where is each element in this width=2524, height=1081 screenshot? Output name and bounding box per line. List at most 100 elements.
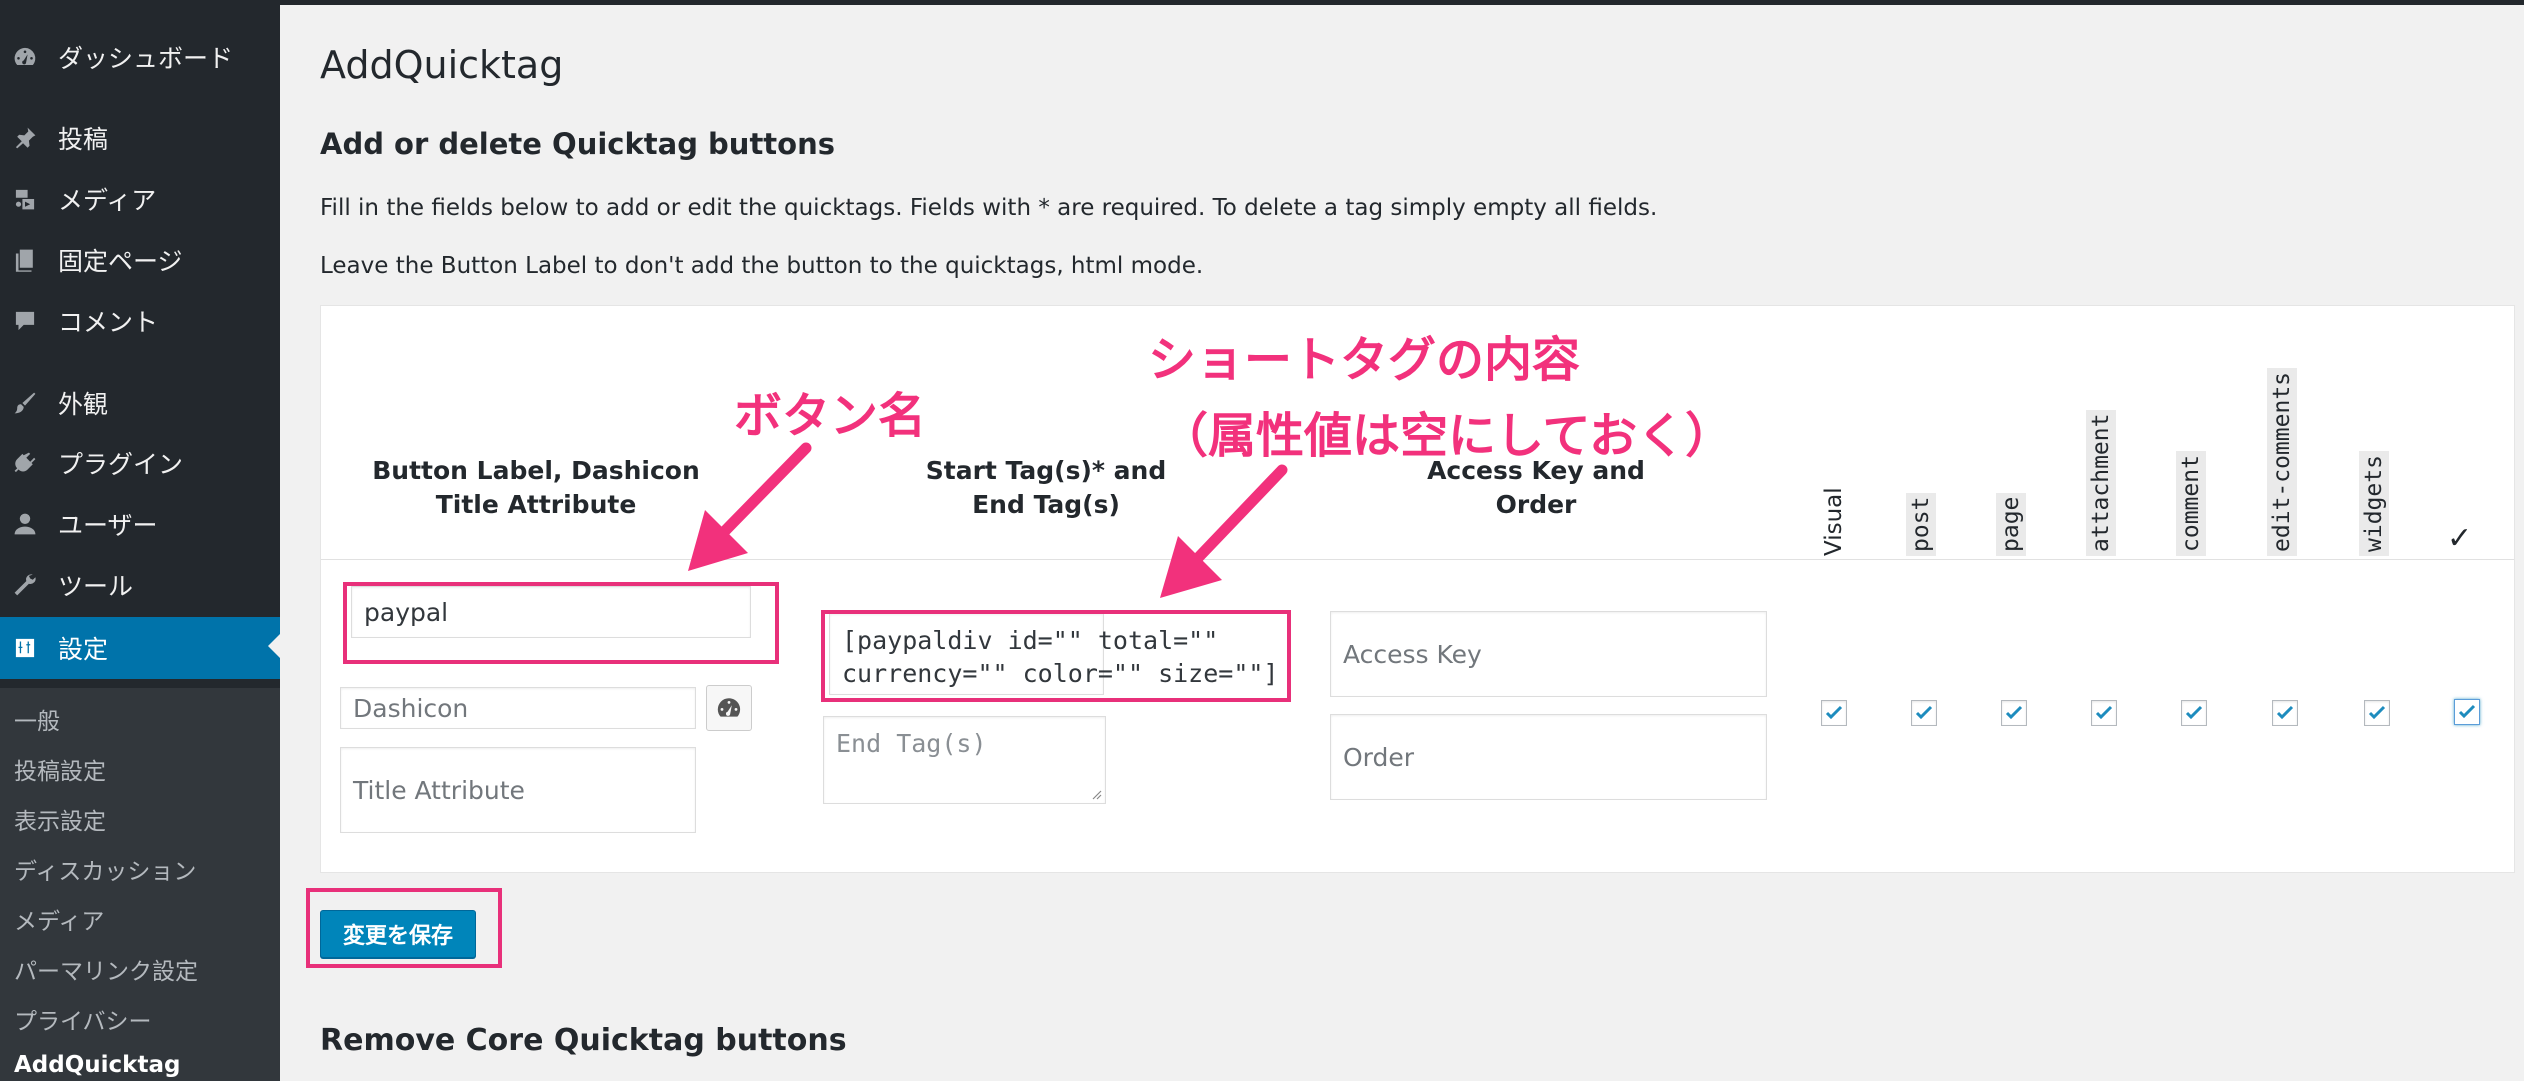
post-type-label: post [1906, 492, 1936, 556]
column-header-line: Start Tag(s)* and [925, 456, 1167, 485]
column-header-attachment: attachment [2084, 356, 2118, 556]
sidebar-item-posts[interactable]: 投稿 [0, 109, 280, 167]
submenu-permalinks[interactable]: パーマリンク設定 [14, 952, 198, 986]
start-tag-line: currency="" color="" size=""] [842, 659, 1279, 688]
column-header-label: Button Label, Dashicon Title Attribute [371, 454, 701, 522]
select-all-check-icon[interactable]: ✓ [2447, 521, 2472, 556]
quicktag-table: Button Label, Dashicon Title Attribute S… [320, 305, 2515, 873]
sidebar-item-media[interactable]: メディア [0, 170, 280, 228]
sidebar-item-plugins[interactable]: プラグイン [0, 434, 280, 492]
sidebar-item-label: 設定 [58, 635, 109, 664]
checkmark-icon [2185, 705, 2203, 720]
checkbox-row-all[interactable] [2454, 699, 2480, 725]
checkbox-edit-comments[interactable] [2272, 700, 2298, 726]
checkbox-attachment[interactable] [2091, 700, 2117, 726]
checkmark-icon [2276, 705, 2294, 720]
submenu-privacy[interactable]: プライバシー [14, 1002, 152, 1036]
sidebar-item-label: ダッシュボード [58, 44, 234, 73]
start-tag-textarea[interactable]: [paypaldiv id="" total="" currency="" co… [829, 613, 1279, 695]
sidebar-item-label: ユーザー [58, 511, 158, 540]
sidebar-item-dashboard[interactable]: ダッシュボード [0, 28, 280, 86]
column-header-widgets: widgets [2357, 356, 2391, 556]
checkmark-icon [2458, 704, 2476, 719]
column-header-edit-comments: edit-comments [2265, 356, 2299, 556]
checkbox-comment[interactable] [2181, 700, 2207, 726]
sidebar-item-label: 外観 [58, 390, 109, 419]
comment-icon [10, 306, 40, 336]
post-type-label: widgets [2359, 451, 2389, 556]
post-type-label: page [1996, 492, 2026, 556]
pin-icon [10, 123, 40, 153]
sidebar-item-comments[interactable]: コメント [0, 292, 280, 350]
checkmark-icon [2368, 705, 2386, 720]
column-header-line: End Tag(s) [972, 490, 1120, 519]
submenu-discussion[interactable]: ディスカッション [14, 852, 196, 886]
sidebar-item-pages[interactable]: 固定ページ [0, 231, 280, 289]
button-label-input[interactable]: paypal [351, 586, 751, 638]
annotation-button-name: ボタン名 [734, 388, 927, 444]
media-icon [10, 184, 40, 214]
resize-handle-icon[interactable] [1090, 788, 1102, 800]
checkbox-post[interactable] [1911, 700, 1937, 726]
column-header-post: post [1904, 356, 1938, 556]
post-type-label: edit-comments [2267, 367, 2297, 556]
sidebar-item-appearance[interactable]: 外観 [0, 374, 280, 432]
sidebar-item-settings[interactable]: 設定 [0, 617, 280, 679]
checkbox-page[interactable] [2001, 700, 2027, 726]
checkmark-icon [1915, 705, 1933, 720]
page-title: AddQuicktag [320, 43, 564, 87]
user-icon [10, 509, 40, 539]
settings-submenu: 一般 投稿設定 表示設定 ディスカッション メディア パーマリンク設定 プライバ… [0, 688, 280, 1081]
column-header-line: Title Attribute [435, 490, 637, 519]
checkmark-icon [2005, 705, 2023, 720]
column-header-tags: Start Tag(s)* and End Tag(s) [911, 454, 1181, 522]
end-tag-placeholder: End Tag(s) [836, 729, 987, 758]
sidebar-item-tools[interactable]: ツール [0, 556, 280, 614]
section-title: Add or delete Quicktag buttons [320, 127, 836, 161]
description-text-2: Leave the Button Label to don't add the … [320, 253, 1204, 279]
dashboard-icon [10, 42, 40, 72]
post-type-label: attachment [2086, 409, 2116, 556]
header-divider [321, 559, 2514, 560]
dashboard-gauge-icon [717, 698, 741, 717]
plugin-icon [10, 448, 40, 478]
sidebar-item-label: ツール [58, 572, 134, 601]
submenu-reading[interactable]: 表示設定 [14, 802, 106, 836]
start-tag-line: [paypaldiv id="" total="" [842, 626, 1219, 655]
sidebar-item-users[interactable]: ユーザー [0, 495, 280, 553]
submenu-addquicktag[interactable]: AddQuicktag [14, 1052, 180, 1078]
post-type-label: comment [2176, 451, 2206, 556]
dashicon-input[interactable]: Dashicon [340, 687, 696, 729]
checkbox-widgets[interactable] [2364, 700, 2390, 726]
main-content: AddQuicktag Add or delete Quicktag butto… [280, 5, 2524, 1076]
dashicon-picker-button[interactable] [706, 685, 752, 731]
access-key-input[interactable]: Access Key [1330, 611, 1767, 697]
column-header-line: Button Label, Dashicon [372, 456, 700, 485]
brush-icon [10, 388, 40, 418]
start-tag-text: [paypaldiv id="" total="" currency="" co… [842, 624, 1279, 690]
save-changes-button[interactable]: 変更を保存 [320, 910, 476, 958]
checkmark-icon [2095, 705, 2113, 720]
submenu-writing[interactable]: 投稿設定 [14, 752, 106, 786]
settings-icon [10, 633, 40, 663]
checkbox-visual[interactable] [1821, 700, 1847, 726]
column-header-comment: comment [2174, 356, 2208, 556]
admin-sidebar: ダッシュボード 投稿 メディア 固定ページ コメント 外観 プラグイン ユーザー… [0, 5, 280, 1081]
sidebar-item-label: 投稿 [58, 125, 109, 154]
description-text: Fill in the fields below to add or edit … [320, 195, 1658, 221]
column-header-line: Order [1495, 490, 1577, 519]
remove-core-title: Remove Core Quicktag buttons [320, 1023, 847, 1058]
sidebar-item-label: 固定ページ [58, 247, 183, 276]
sidebar-item-label: コメント [58, 308, 159, 337]
sidebar-item-label: メディア [58, 186, 157, 215]
checkmark-icon [1825, 705, 1843, 720]
annotation-shortcode-line1: ショートタグの内容 [1148, 332, 1581, 388]
order-input[interactable]: Order [1330, 714, 1767, 800]
end-tag-textarea[interactable]: End Tag(s) [823, 716, 1106, 804]
post-type-label: Visual [1821, 487, 1847, 556]
submenu-general[interactable]: 一般 [14, 702, 60, 736]
submenu-media[interactable]: メディア [14, 902, 104, 936]
page-icon [10, 245, 40, 275]
title-attribute-input[interactable]: Title Attribute [340, 747, 696, 833]
wrench-icon [10, 570, 40, 600]
